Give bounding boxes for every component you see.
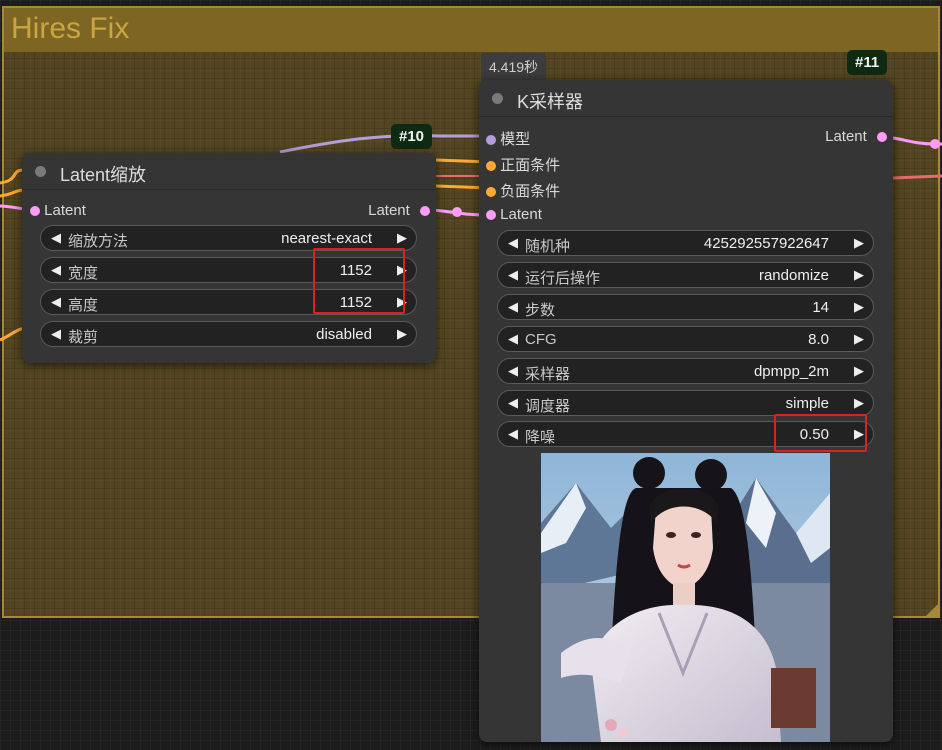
- increment-arrow-icon[interactable]: ▶: [854, 235, 864, 251]
- widget-value: randomize: [758, 267, 829, 284]
- widget-crop[interactable]: ◀ 裁剪 disabled ▶: [40, 321, 417, 347]
- input-slot-label: Latent: [500, 206, 542, 223]
- latent-slot-icon[interactable]: [30, 206, 40, 216]
- increment-arrow-icon[interactable]: ▶: [854, 363, 864, 379]
- input-slot-latent[interactable]: Latent: [486, 206, 542, 223]
- latent-slot-icon[interactable]: [486, 210, 496, 220]
- conditioning-slot-icon[interactable]: [486, 161, 496, 171]
- collapse-dot-icon[interactable]: [35, 166, 46, 177]
- input-slot-latent[interactable]: Latent: [30, 202, 86, 219]
- widget-cfg[interactable]: ◀ CFG 8.0 ▶: [497, 326, 874, 352]
- highlight-box-size: [313, 248, 405, 314]
- latent-slot-icon[interactable]: [420, 206, 430, 216]
- execution-time: 4.419秒: [481, 53, 547, 81]
- increment-arrow-icon[interactable]: ▶: [397, 326, 407, 342]
- widget-label: 裁剪: [68, 329, 99, 346]
- widget-value: simple: [785, 395, 829, 412]
- decrement-arrow-icon[interactable]: ◀: [51, 230, 61, 246]
- output-slot-label: Latent: [368, 202, 410, 219]
- output-slot-latent[interactable]: Latent: [368, 202, 430, 219]
- decrement-arrow-icon[interactable]: ◀: [508, 363, 518, 379]
- widget-label: 降噪: [525, 429, 556, 446]
- increment-arrow-icon[interactable]: ▶: [854, 299, 864, 315]
- decrement-arrow-icon[interactable]: ◀: [508, 299, 518, 315]
- widget-label: CFG: [525, 331, 557, 348]
- widget-label: 宽度: [68, 265, 99, 282]
- widget-value: disabled: [316, 326, 372, 343]
- widget-label: 高度: [68, 297, 99, 314]
- decrement-arrow-icon[interactable]: ◀: [508, 426, 518, 442]
- decrement-arrow-icon[interactable]: ◀: [508, 331, 518, 347]
- decrement-arrow-icon[interactable]: ◀: [508, 267, 518, 283]
- increment-arrow-icon[interactable]: ▶: [854, 267, 864, 283]
- widget-label: 运行后操作: [525, 270, 601, 287]
- widget-seed[interactable]: ◀ 随机种 425292557922647 ▶: [497, 230, 874, 256]
- node-title-bar[interactable]: K采样器: [479, 80, 893, 117]
- widget-value: 425292557922647: [703, 235, 829, 252]
- input-slot-negative[interactable]: 负面条件: [486, 180, 560, 201]
- widget-label: 缩放方法: [68, 233, 129, 250]
- decrement-arrow-icon[interactable]: ◀: [508, 395, 518, 411]
- widget-scheduler[interactable]: ◀ 调度器 simple ▶: [497, 390, 874, 416]
- input-slot-label: 正面条件: [500, 157, 561, 174]
- widget-value: 14: [812, 299, 829, 316]
- highlight-box-denoise: [774, 414, 867, 452]
- input-slot-label: 模型: [500, 131, 531, 148]
- widget-value: nearest-exact: [281, 230, 372, 247]
- node-title: Latent缩放: [60, 165, 147, 185]
- model-link: [279, 134, 490, 154]
- latent-link-midpoint: [452, 207, 462, 217]
- output-slot-latent[interactable]: Latent: [825, 128, 887, 145]
- input-slot-label: Latent: [44, 202, 86, 219]
- widget-label: 采样器: [525, 366, 571, 383]
- input-slot-model[interactable]: 模型: [486, 128, 530, 149]
- increment-arrow-icon[interactable]: ▶: [397, 230, 407, 246]
- widget-label: 随机种: [525, 238, 571, 255]
- increment-arrow-icon[interactable]: ▶: [854, 331, 864, 347]
- red-link-right: [892, 174, 942, 180]
- node-title: K采样器: [517, 92, 584, 112]
- widget-sampler[interactable]: ◀ 采样器 dpmpp_2m ▶: [497, 358, 874, 384]
- widget-label: 步数: [525, 302, 556, 319]
- conditioning-slot-icon[interactable]: [486, 187, 496, 197]
- latent-out-midpoint: [930, 139, 940, 149]
- widget-steps[interactable]: ◀ 步数 14 ▶: [497, 294, 874, 320]
- latent-slot-icon[interactable]: [877, 132, 887, 142]
- node-id-badge-10: #10: [391, 124, 433, 149]
- input-slot-positive[interactable]: 正面条件: [486, 154, 560, 175]
- decrement-arrow-icon[interactable]: ◀: [51, 262, 61, 278]
- increment-arrow-icon[interactable]: ▶: [854, 395, 864, 411]
- input-slot-label: 负面条件: [500, 183, 561, 200]
- collapse-dot-icon[interactable]: [492, 93, 503, 104]
- node-title-bar[interactable]: Latent缩放: [22, 153, 436, 190]
- widget-value: 8.0: [808, 331, 829, 348]
- output-slot-label: Latent: [825, 128, 867, 145]
- decrement-arrow-icon[interactable]: ◀: [51, 326, 61, 342]
- model-slot-icon[interactable]: [486, 135, 496, 145]
- widget-control-after-generate[interactable]: ◀ 运行后操作 randomize ▶: [497, 262, 874, 288]
- decrement-arrow-icon[interactable]: ◀: [508, 235, 518, 251]
- node-id-badge-11: #11: [847, 50, 888, 75]
- widget-label: 调度器: [525, 398, 571, 415]
- decrement-arrow-icon[interactable]: ◀: [51, 294, 61, 310]
- orange-link-left: [0, 326, 25, 342]
- output-preview-image[interactable]: [541, 453, 830, 742]
- widget-value: dpmpp_2m: [753, 363, 829, 380]
